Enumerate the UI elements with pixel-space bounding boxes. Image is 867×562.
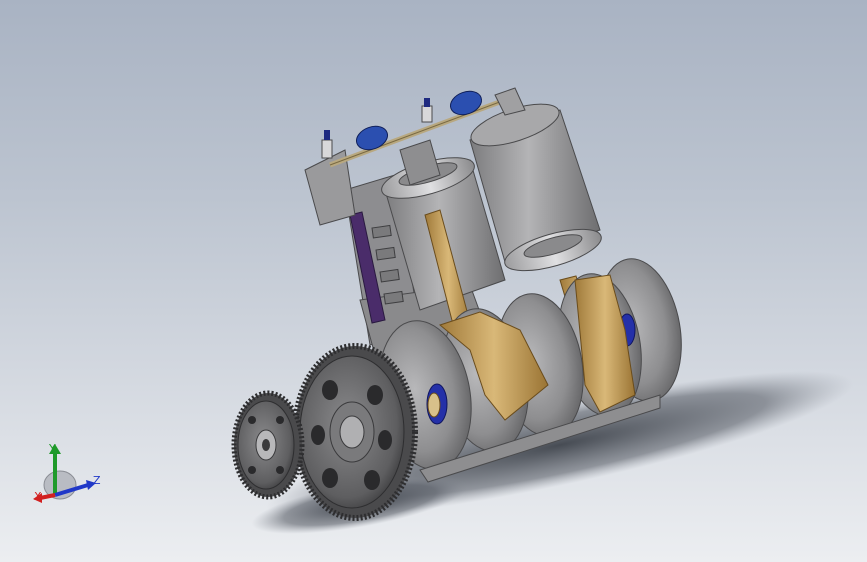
x-axis-label: X — [34, 490, 42, 503]
y-axis-label: Y — [48, 442, 56, 455]
z-axis-label: Z — [93, 474, 101, 487]
timing-gear-small[interactable] — [231, 390, 305, 500]
engine-model[interactable] — [0, 0, 867, 562]
reference-triad: Y Z X — [33, 442, 101, 503]
timing-gear-large[interactable] — [292, 343, 418, 521]
graphics-viewport[interactable]: Y Z X — [0, 0, 867, 562]
